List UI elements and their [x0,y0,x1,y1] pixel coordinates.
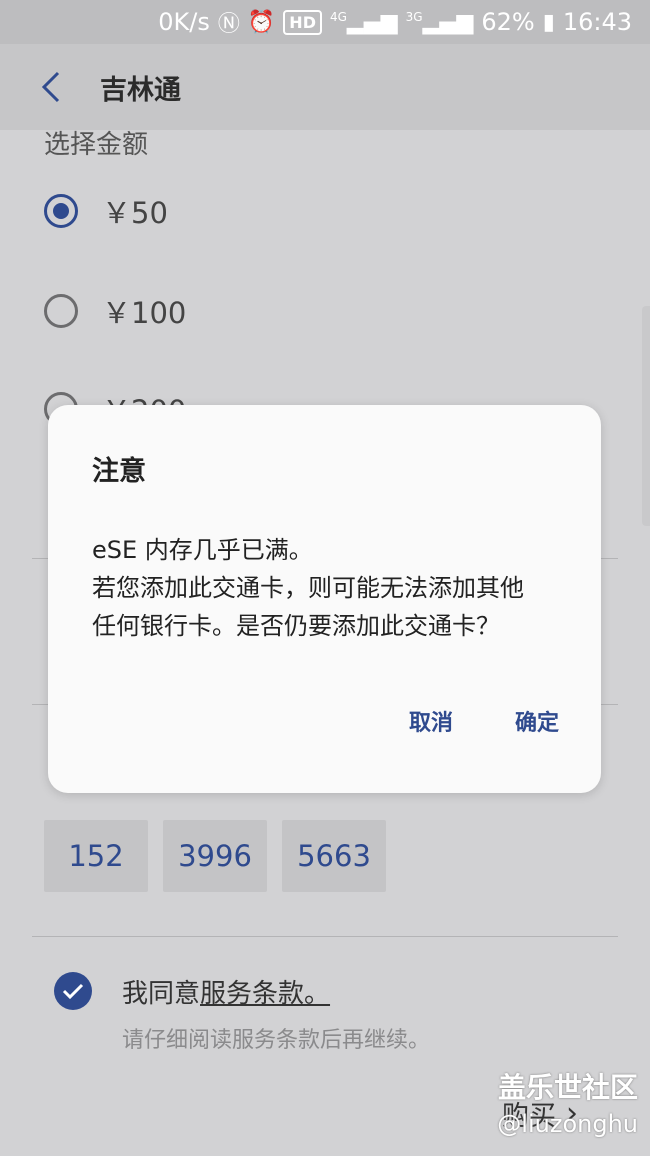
alert-dialog: 注意 eSE 内存几乎已满。 若您添加此交通卡，则可能无法添加其他 任何银行卡。… [48,405,601,793]
dialog-message-line: eSE 内存几乎已满。 [92,536,313,564]
cancel-button[interactable]: 取消 [409,705,453,737]
dialog-message-line: 任何银行卡。是否仍要添加此交通卡？ [92,612,500,640]
dialog-title: 注意 [92,456,146,487]
confirm-button[interactable]: 确定 [515,705,559,737]
dialog-actions: 取消 确定 [409,705,559,737]
dialog-message-line: 若您添加此交通卡，则可能无法添加其他 [92,574,524,602]
dialog-message: eSE 内存几乎已满。 若您添加此交通卡，则可能无法添加其他 任何银行卡。是否仍… [92,531,572,645]
